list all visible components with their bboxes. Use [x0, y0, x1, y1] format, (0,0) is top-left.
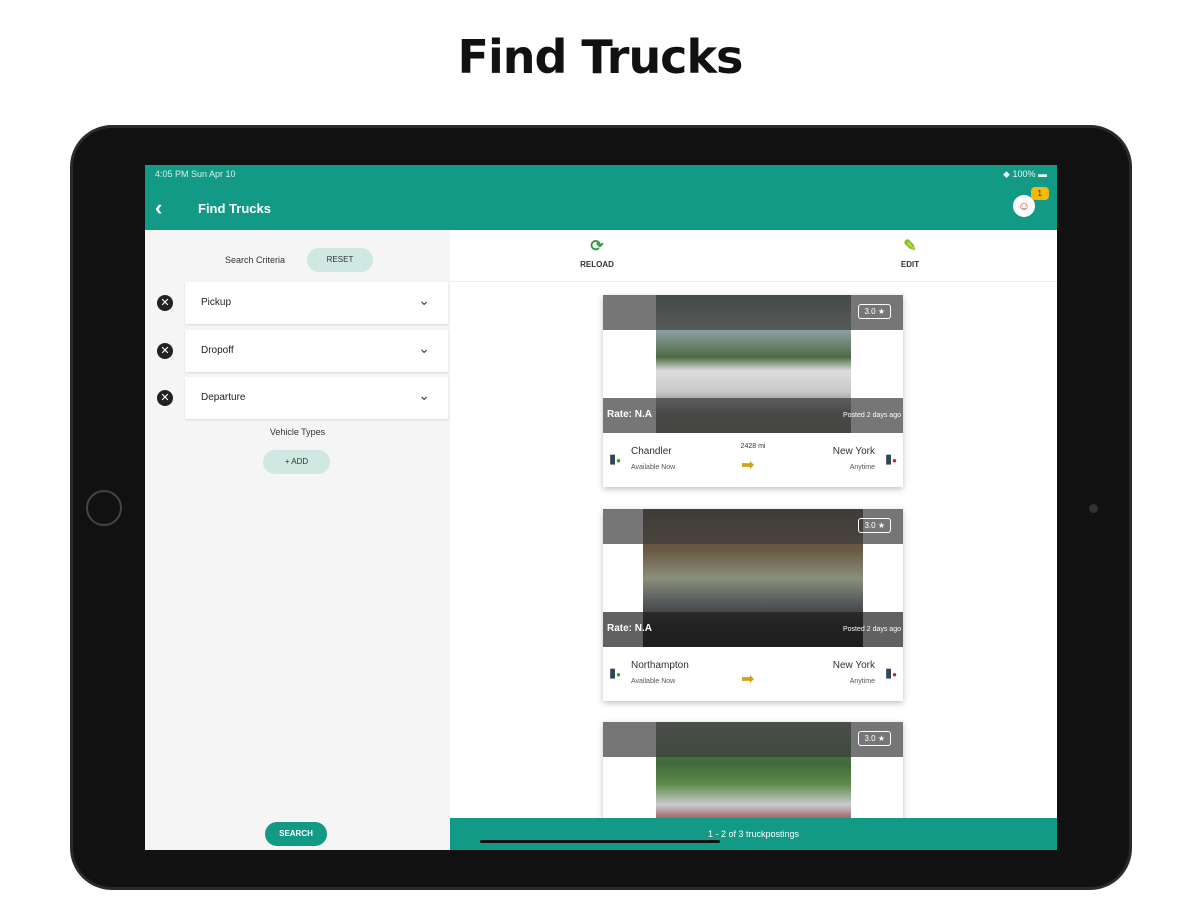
edit-icon: ✎ [903, 238, 917, 255]
reload-button[interactable]: ⟳ RELOAD [567, 236, 627, 269]
chevron-down-icon: ⌄ [418, 340, 430, 356]
clear-icon[interactable]: ✕ [157, 343, 173, 359]
notification-badge: 1 [1030, 187, 1049, 200]
search-button[interactable]: SEARCH [265, 822, 327, 846]
arrow-right-icon: ➡ [741, 457, 755, 474]
origin-city: Northampton [631, 660, 689, 671]
origin-pin-icon: ▮● [609, 665, 621, 680]
departure-dropdown[interactable]: Departure ⌄ [185, 377, 448, 419]
camera [1089, 504, 1098, 513]
clear-icon[interactable]: ✕ [157, 295, 173, 311]
filter-departure: ✕ Departure ⌄ [145, 377, 448, 419]
dest-pin-icon: ▮● [885, 451, 897, 466]
rating-badge: 3.0 ★ [858, 304, 891, 319]
posted-label: Posted 2 days ago [843, 412, 901, 419]
truck-card[interactable]: 3.0 ★ Rate: N.A Posted 2 days ago ▮● Nor… [603, 509, 903, 701]
status-time: 4:05 PM Sun Apr 10 [155, 169, 236, 179]
pickup-dropdown[interactable]: Pickup ⌄ [185, 282, 448, 324]
dest-city: New York [832, 446, 875, 457]
results-count-bar: 1 - 2 of 3 truckpostings [450, 818, 1057, 850]
origin-availability: Available Now [631, 678, 676, 685]
truck-card[interactable]: 3.0 ★ Rate: N.A Posted 2 days ago ▮● Cha… [603, 295, 903, 487]
search-panel: Search Criteria RESET ✕ Pickup ⌄ ✕ Dropof… [145, 230, 450, 850]
status-battery: ◆ 100% ▬ [1003, 169, 1047, 179]
page-title: Find Trucks [457, 30, 744, 84]
origin-pin-icon: ▮● [609, 451, 621, 466]
filter-pickup: ✕ Pickup ⌄ [145, 282, 448, 324]
dest-time: Anytime [849, 678, 875, 685]
header-title: Find Trucks [198, 201, 271, 216]
origin-availability: Available Now [631, 464, 676, 471]
dest-time: Anytime [849, 464, 875, 471]
reload-icon: ⟳ [590, 238, 604, 255]
posted-label: Posted 2 days ago [843, 626, 901, 633]
vehicle-types-label: Vehicle Types [269, 427, 326, 437]
home-indicator [480, 840, 720, 843]
toolbar: ⟳ RELOAD ✎ EDIT [450, 230, 1057, 282]
filter-dropoff: ✕ Dropoff ⌄ [145, 330, 448, 372]
app-screen: 4:05 PM Sun Apr 10 ◆ 100% ▬ ‹ Find Truck… [145, 165, 1057, 850]
reset-button[interactable]: RESET [307, 248, 373, 272]
back-button[interactable]: ‹ [155, 195, 162, 221]
chevron-down-icon: ⌄ [418, 292, 430, 308]
search-criteria-label: Search Criteria [225, 255, 286, 265]
dest-pin-icon: ▮● [885, 665, 897, 680]
rating-badge: 3.0 ★ [858, 731, 891, 746]
app-header: 4:05 PM Sun Apr 10 ◆ 100% ▬ ‹ Find Truck… [145, 165, 1057, 230]
rating-badge: 3.0 ★ [858, 518, 891, 533]
clear-icon[interactable]: ✕ [157, 390, 173, 406]
rate-label: Rate: N.A [607, 409, 653, 420]
add-vehicle-type-button[interactable]: + ADD [263, 450, 330, 474]
home-button [86, 490, 122, 526]
rate-label: Rate: N.A [607, 623, 653, 634]
edit-button[interactable]: ✎ EDIT [880, 236, 940, 269]
chevron-down-icon: ⌄ [418, 387, 430, 403]
dest-city: New York [832, 660, 875, 671]
dropoff-dropdown[interactable]: Dropoff ⌄ [185, 330, 448, 372]
arrow-right-icon: ➡ [741, 671, 755, 688]
